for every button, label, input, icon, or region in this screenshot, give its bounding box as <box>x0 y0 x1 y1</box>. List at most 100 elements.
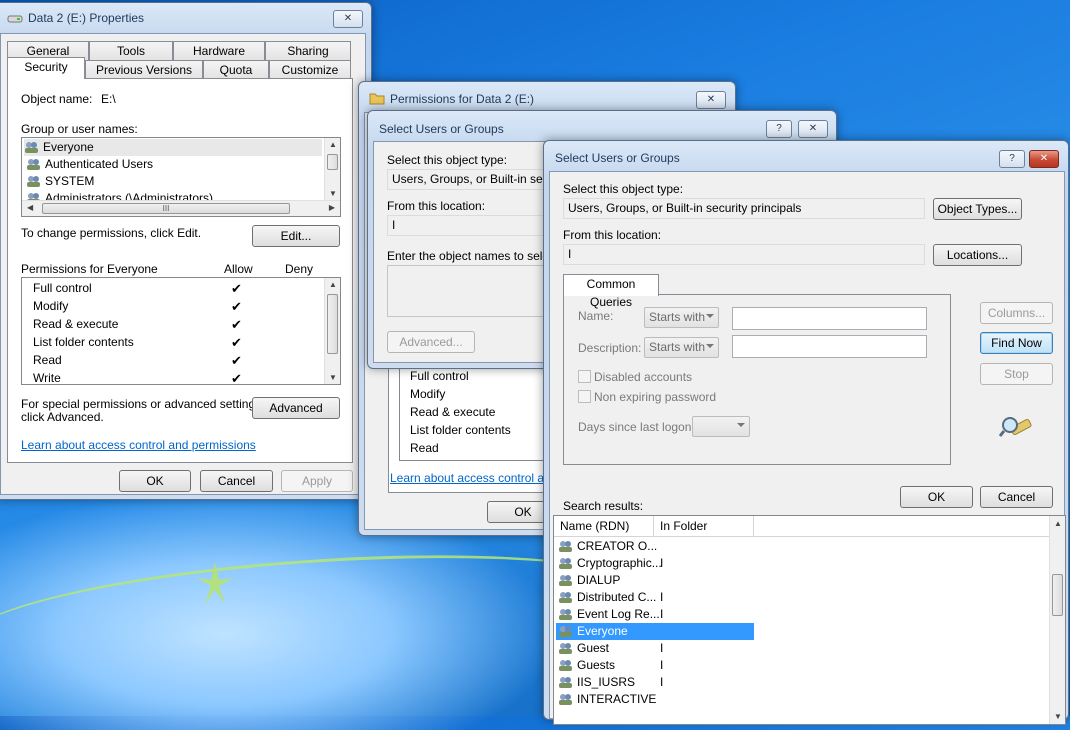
description-filter-combo[interactable]: Starts with <box>644 337 719 358</box>
cancel-button[interactable]: Cancel <box>980 486 1053 508</box>
stop-button[interactable]: Stop <box>980 363 1053 385</box>
description-label: Description: <box>578 341 642 355</box>
description-input[interactable] <box>732 335 927 358</box>
result-row[interactable]: Event Log Re... I <box>556 606 754 623</box>
tab-customize[interactable]: Customize <box>269 60 351 79</box>
columns-button[interactable]: Columns... <box>980 302 1053 324</box>
result-folder: I <box>660 675 664 689</box>
non-expiring-checkbox[interactable] <box>578 390 591 403</box>
tab-tools[interactable]: Tools <box>89 41 173 60</box>
list-item[interactable]: Administrators (\Administrators) <box>26 190 213 200</box>
result-row[interactable]: IIS_IUSRS I <box>556 674 754 691</box>
locations-button[interactable]: Locations... <box>933 244 1022 266</box>
learn-link[interactable]: Learn about access control and permissio… <box>21 438 256 452</box>
cancel-button[interactable]: Cancel <box>200 470 273 492</box>
result-row[interactable]: Guests I <box>556 657 754 674</box>
days-combo[interactable] <box>692 416 750 437</box>
object-types-button[interactable]: Object Types... <box>933 198 1022 220</box>
disabled-accounts-checkbox[interactable] <box>578 370 591 383</box>
results-vscroll[interactable]: ▲ ▼ <box>1049 516 1065 724</box>
chevron-down-icon <box>706 344 714 348</box>
object-type-label: Select this object type: <box>563 182 684 196</box>
edit-button[interactable]: Edit... <box>252 225 340 247</box>
tab-common-queries-label: Common Queries <box>586 277 636 309</box>
result-name: Event Log Re... <box>577 607 660 621</box>
close-button[interactable]: ✕ <box>696 91 726 109</box>
close-button[interactable]: ✕ <box>333 10 363 28</box>
result-row[interactable]: Cryptographic... I <box>556 555 754 572</box>
apply-button[interactable]: Apply <box>281 470 353 492</box>
scroll-down-icon[interactable]: ▼ <box>325 373 340 382</box>
close-icon: ✕ <box>1039 153 1049 164</box>
permissions-listbox[interactable]: Full control Modify Read & execute List … <box>21 277 341 385</box>
scroll-down-icon[interactable]: ▼ <box>325 189 340 198</box>
permission-name: Read & execute <box>33 317 119 331</box>
security-panel: Object name: E:\ Group or user names: Ev… <box>7 78 353 463</box>
result-row[interactable]: DIALUP <box>556 572 754 589</box>
help-button[interactable]: ? <box>999 150 1025 168</box>
close-button[interactable]: ✕ <box>1029 150 1059 168</box>
permission-name: Modify <box>410 387 446 401</box>
tab-previous-versions[interactable]: Previous Versions <box>85 60 203 79</box>
permissions-vscroll[interactable]: ▲ ▼ <box>324 278 340 384</box>
permission-row: Write <box>33 370 61 384</box>
ok-button[interactable]: OK <box>119 470 191 492</box>
scroll-thumb[interactable] <box>327 154 338 170</box>
tab-hardware[interactable]: Hardware <box>173 41 265 60</box>
group-hscroll[interactable]: ◀ III ▶ <box>22 200 340 216</box>
properties-window: Data 2 (E:) Properties ✕ General Tools H… <box>0 2 372 500</box>
scroll-up-icon[interactable]: ▲ <box>325 140 340 149</box>
result-row[interactable]: Everyone <box>556 623 754 640</box>
result-folder: I <box>660 590 664 604</box>
result-row[interactable]: INTERACTIVE <box>556 691 754 708</box>
scroll-up-icon[interactable]: ▲ <box>325 280 340 289</box>
find-now-button[interactable]: Find Now <box>980 332 1053 354</box>
name-input[interactable] <box>732 307 927 330</box>
group-name: Administrators (\Administrators) <box>45 191 214 200</box>
result-name: Guests <box>577 658 616 672</box>
result-folder: I <box>660 658 664 672</box>
permission-row: Read & execute <box>33 316 118 333</box>
tab-sharing[interactable]: Sharing <box>265 41 351 60</box>
advanced-button[interactable]: Advanced... <box>387 331 475 353</box>
list-item[interactable]: Everyone <box>24 139 322 156</box>
desktop-leaf-icon <box>197 562 233 604</box>
result-row[interactable]: CREATOR O... <box>556 538 754 555</box>
group-listbox[interactable]: Everyone Authenticated Users SYSTEM Admi… <box>21 137 341 217</box>
scroll-thumb[interactable] <box>1052 574 1063 616</box>
tab-common-queries[interactable]: Common Queries <box>563 274 659 309</box>
scroll-down-icon[interactable]: ▼ <box>1050 712 1065 721</box>
change-permissions-text: To change permissions, click Edit. <box>21 226 202 240</box>
hscroll-thumb[interactable]: III <box>42 203 290 214</box>
description-filter-value: Starts with <box>649 340 706 354</box>
allow-check-icon: ✔ <box>231 353 242 368</box>
scroll-right-icon[interactable]: ▶ <box>329 203 335 212</box>
group-vscroll[interactable]: ▲ ▼ <box>324 138 340 200</box>
permission-name: Read & execute <box>410 405 496 419</box>
result-row[interactable]: Guest I <box>556 640 754 657</box>
col-folder-header[interactable]: In Folder <box>660 519 707 533</box>
window-title: Permissions for Data 2 (E:) <box>390 92 535 106</box>
col-name-header[interactable]: Name (RDN) <box>560 519 629 533</box>
help-button[interactable]: ? <box>766 120 792 138</box>
tab-quota[interactable]: Quota <box>203 60 269 79</box>
search-results-list[interactable]: Name (RDN) In Folder CREATOR O... Cryptog… <box>553 515 1066 725</box>
result-row[interactable]: Distributed C... I <box>556 589 754 606</box>
learn-link[interactable]: Learn about access control and p <box>390 471 567 485</box>
scroll-up-icon[interactable]: ▲ <box>1050 519 1065 528</box>
scroll-left-icon[interactable]: ◀ <box>27 203 33 212</box>
scroll-thumb[interactable] <box>327 294 338 354</box>
name-filter-combo[interactable]: Starts with <box>644 307 719 328</box>
user-group-icon <box>558 557 573 569</box>
list-item[interactable]: SYSTEM <box>26 173 94 190</box>
user-group-icon <box>26 158 41 170</box>
ok-button[interactable]: OK <box>900 486 973 508</box>
chevron-down-icon <box>737 423 745 427</box>
close-button[interactable]: ✕ <box>798 120 828 138</box>
allow-check-icon: ✔ <box>231 317 242 332</box>
drive-icon <box>7 15 23 23</box>
advanced-button[interactable]: Advanced <box>252 397 340 419</box>
list-item[interactable]: Authenticated Users <box>26 156 153 173</box>
permission-row: Full control <box>33 280 92 297</box>
tab-security[interactable]: Security <box>7 57 85 79</box>
